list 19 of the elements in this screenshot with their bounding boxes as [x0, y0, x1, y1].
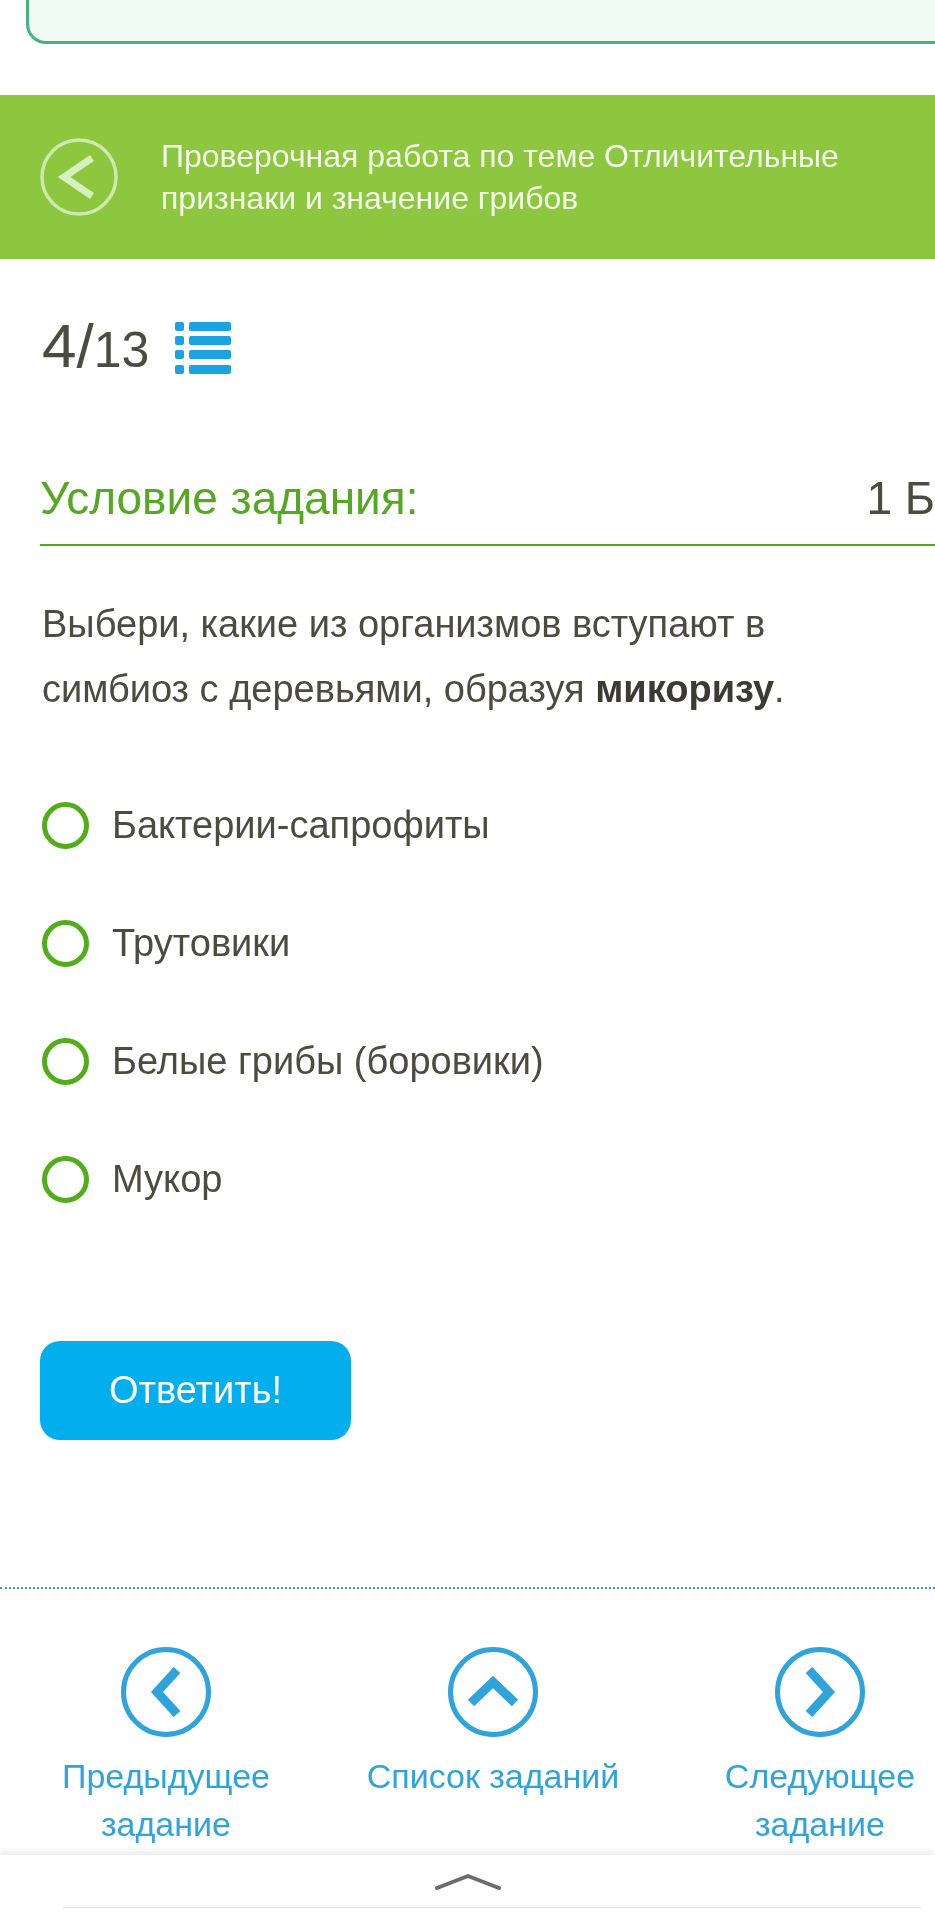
chevron-up-circle-icon — [448, 1647, 538, 1737]
back-circle-icon[interactable] — [40, 138, 118, 216]
question-text: Выбери, какие из организмов вступают в симбиоз с деревьями, образуя микоризу. — [42, 602, 786, 712]
radio-button[interactable] — [42, 1155, 89, 1203]
option-label[interactable]: Трутовики — [112, 914, 291, 972]
radio-button[interactable] — [42, 1037, 89, 1085]
task-heading: Условие задания: — [40, 471, 419, 526]
chevron-up-icon[interactable] — [434, 1874, 501, 1890]
option-label[interactable]: Мукор — [112, 1150, 223, 1208]
points-label: 1 Б — [866, 471, 935, 526]
option-label[interactable]: Бактерии-сапрофиты — [112, 796, 490, 854]
chevron-right-circle-icon — [775, 1647, 865, 1737]
radio-button[interactable] — [42, 801, 89, 849]
chevron-left-circle-icon — [121, 1647, 211, 1737]
radio-button[interactable] — [42, 919, 89, 967]
list-icon[interactable] — [175, 322, 232, 374]
banner-title: Проверочная работа по теме Отличительные признаки и значение грибов — [161, 137, 840, 218]
task-counter: 4/13 — [42, 315, 150, 381]
option-label[interactable]: Белые грибы (боровики) — [112, 1032, 544, 1090]
